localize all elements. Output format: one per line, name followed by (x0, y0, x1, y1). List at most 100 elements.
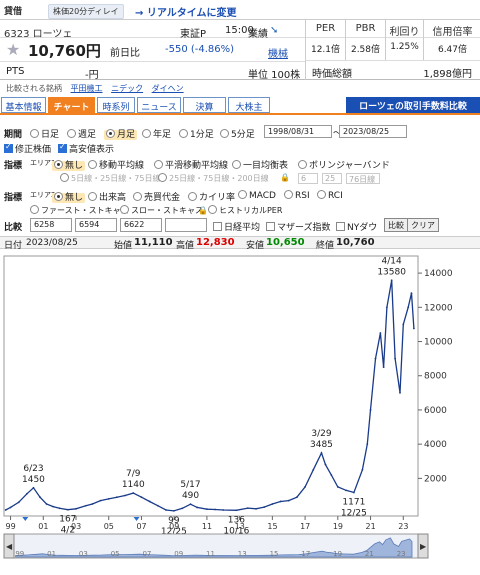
custom-ma-1[interactable]: 6 (298, 173, 318, 184)
industry-link[interactable]: 機械 (268, 45, 288, 60)
period-label: 期間 (4, 130, 23, 140)
star-icon[interactable]: ★ (6, 40, 20, 59)
prev-day-label: 前日比 (110, 48, 140, 59)
y-tick-label: 2000 (424, 474, 447, 484)
price-point (369, 409, 372, 411)
navigator-tick-label: 07 (142, 550, 151, 558)
area2-hist-per[interactable]: 🔒 ヒストリカルPER (198, 205, 282, 216)
metric-per: PER 12.1倍 (306, 20, 346, 60)
pts-label: PTS (6, 66, 25, 77)
market-cap-value: 1,898億円 (423, 69, 472, 80)
area2-deviation[interactable]: カイリ率 (188, 190, 235, 203)
area2-macd[interactable]: MACD (238, 190, 276, 201)
price-change: -550 (-4.86%) (165, 44, 235, 55)
high-low-checkbox[interactable]: 高安値表示 (58, 142, 114, 155)
tab-earnings[interactable]: 決算 (183, 97, 226, 113)
price-chart[interactable]: 2000 4000 6000 8000 10000 12000 14000 99 01 03 05 0… (0, 250, 480, 575)
annotation-date: 3/29 (311, 429, 331, 439)
tab-basic-info[interactable]: 基本情報 (1, 97, 46, 113)
price-point (413, 327, 415, 330)
area2-turnover[interactable]: 売買代金 (133, 190, 180, 203)
area1-sub-option[interactable]: 5日線・25日線・75日線 (60, 173, 160, 184)
price-point (235, 509, 238, 512)
scroll-left-icon[interactable]: ◀ (6, 542, 13, 551)
x-tick-label: 21 (366, 522, 376, 531)
price-point (107, 497, 110, 500)
indicator-label: 指標 (4, 193, 23, 203)
date-from-input[interactable]: 1998/08/31 (264, 125, 332, 138)
price-point (345, 489, 347, 492)
custom-ma-3[interactable]: 76日線 (346, 173, 380, 184)
period-weekly[interactable]: 週足 (67, 127, 96, 140)
annotation-date: 6/23 (23, 464, 43, 474)
metrics-table: PER 12.1倍 PBR 2.58倍 利回り 1.25% 信用倍率 6.47倍 (305, 20, 480, 60)
clear-button[interactable]: クリア (407, 218, 439, 232)
fee-compare-link[interactable]: ローツェの取引手数料比較 (346, 97, 480, 113)
navigator-tick-label: 19 (333, 550, 342, 558)
navigator-tick-label: 03 (79, 550, 88, 558)
area1-ma[interactable]: 移動平均線 (88, 158, 144, 171)
compare-input-3[interactable]: 6622 (120, 218, 162, 232)
price-point (26, 492, 28, 495)
chart-ohlc-header: 日付 2023/08/25 始値 11,110 高値 12,830 安値 10,… (0, 236, 480, 251)
period-monthly[interactable]: 月足 (104, 127, 138, 140)
scroll-right-icon[interactable]: ▶ (420, 542, 427, 551)
tab-bar: 基本情報 チャート 時系列 ニュース 決算 大株主 ローツェの取引手数料比較 (0, 97, 480, 115)
compare-input-4[interactable] (165, 218, 207, 232)
price-point (320, 452, 323, 454)
compared-stock-link[interactable]: ニデック (111, 84, 143, 93)
annotation-date: 5/17 (180, 480, 200, 490)
price-point (271, 503, 274, 505)
area1-sub-option[interactable]: 25日線・75日線・200日線 (158, 173, 269, 184)
price-point (214, 508, 216, 511)
area2-slow-stoch[interactable]: スロー・ストキャス (120, 205, 203, 216)
compare-label: 比較 (4, 223, 23, 233)
tab-shareholders[interactable]: 大株主 (228, 97, 270, 113)
tab-news[interactable]: ニュース (137, 97, 181, 113)
area2-volume[interactable]: 出来高 (88, 190, 126, 203)
adjusted-price-checkbox[interactable]: 修正株価 (4, 142, 51, 155)
period-daily[interactable]: 日足 (30, 127, 59, 140)
price-point (9, 506, 12, 509)
compare-button[interactable]: 比較 (384, 218, 408, 232)
area1-bollinger[interactable]: ボリンジャーバンド (298, 158, 390, 171)
annotation-value: 167 (59, 515, 76, 525)
area1-ema[interactable]: 平滑移動平均線 (154, 158, 228, 171)
area2-fast-stoch[interactable]: ファースト・ストキャス (30, 205, 129, 216)
price-point (124, 494, 126, 497)
price-point (304, 486, 306, 488)
area1-none[interactable]: 無し (52, 158, 86, 171)
nydow-checkbox[interactable]: NYダウ (336, 220, 377, 233)
realtime-link[interactable]: → リアルタイムに変更 (135, 4, 237, 19)
mothers-checkbox[interactable]: マザーズ指数 (266, 220, 331, 233)
custom-ma-2[interactable]: 25 (322, 173, 342, 184)
compared-stock-link[interactable]: 平田機工 (71, 84, 103, 93)
area2-rci[interactable]: RCI (317, 190, 343, 201)
period-yearly[interactable]: 年足 (142, 127, 171, 140)
trend-icon[interactable]: ➘ (270, 25, 278, 36)
price-point (132, 492, 135, 494)
y-tick-label: 12000 (424, 303, 453, 313)
nikkei-checkbox[interactable]: 日経平均 (213, 220, 260, 233)
tab-chart[interactable]: チャート (48, 97, 95, 113)
y-tick-label: 10000 (424, 338, 453, 348)
area1-ichimoku[interactable]: 一目均衡表 (232, 158, 288, 171)
metric-label: PER (306, 20, 345, 38)
area2-rsi[interactable]: RSI (284, 190, 310, 201)
price-point (386, 306, 388, 309)
period-1min[interactable]: 1分足 (179, 127, 214, 140)
metric-value: 12.1倍 (310, 45, 341, 55)
compare-input-1[interactable]: 6258 (30, 218, 72, 232)
market-cap-label: 時価総額 (312, 69, 352, 80)
metric-value: 1.25% (390, 42, 419, 52)
compare-input-2[interactable]: 6594 (75, 218, 117, 232)
tab-timeseries[interactable]: 時系列 (97, 97, 135, 113)
price-point (374, 357, 377, 360)
metric-label: 信用倍率 (424, 20, 480, 38)
period-5min[interactable]: 5分足 (220, 127, 255, 140)
compared-stock-link[interactable]: ダイヘン (152, 84, 184, 93)
price-point (255, 507, 257, 510)
date-to-input[interactable]: 2023/08/25 (339, 125, 407, 138)
metric-label: PBR (346, 20, 385, 38)
area2-none[interactable]: 無し (52, 190, 86, 203)
